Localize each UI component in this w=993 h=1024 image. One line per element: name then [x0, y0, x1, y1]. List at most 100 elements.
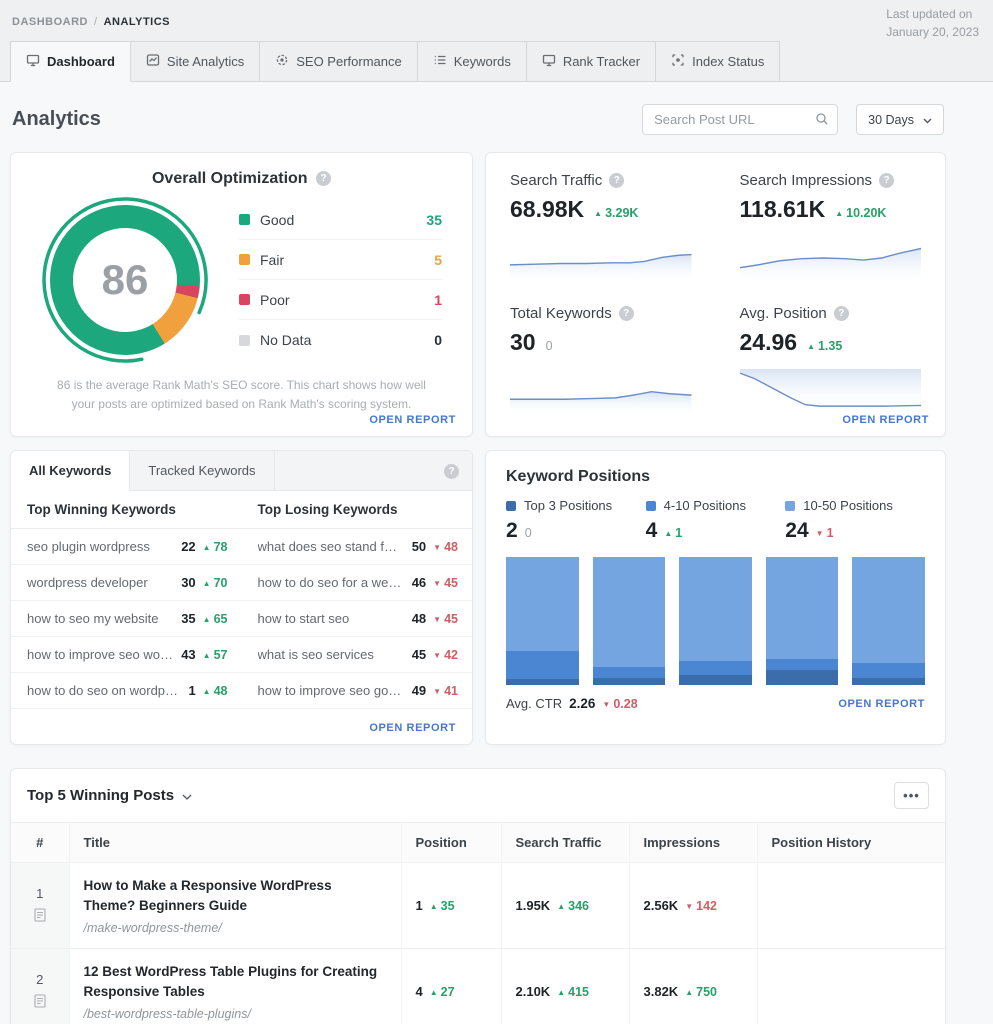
- post-title-link[interactable]: How to Make a Responsive WordPress Theme…: [84, 876, 387, 915]
- main-tabs: Dashboard Site Analytics SEO Performance…: [0, 41, 993, 82]
- legend-row-poor: Poor 1: [239, 280, 442, 320]
- trend-up-icon: 70: [203, 576, 228, 590]
- losing-keyword[interactable]: how to do seo for a website 46 45: [242, 565, 473, 600]
- col-header-history: Position History: [757, 823, 945, 863]
- help-icon[interactable]: ?: [609, 173, 625, 188]
- losing-keyword[interactable]: how to improve seo google 49 41: [242, 673, 473, 708]
- monitor-icon: [26, 53, 40, 70]
- card-title: Keyword Positions: [506, 468, 651, 485]
- tab-tracked-keywords[interactable]: Tracked Keywords: [130, 451, 275, 490]
- open-report-link[interactable]: OPEN REPORT: [842, 414, 929, 426]
- target-icon: [275, 53, 289, 70]
- keywords-row: wordpress developer 30 70 how to do seo …: [11, 565, 472, 601]
- help-icon[interactable]: ?: [444, 464, 459, 479]
- open-report-link[interactable]: OPEN REPORT: [838, 698, 925, 710]
- tab-index-status[interactable]: Index Status: [655, 41, 781, 82]
- table-row: 2 12 Best WordPress Table Plugins for Cr…: [11, 948, 945, 1024]
- winning-keyword[interactable]: how to seo my website 35 65: [11, 601, 242, 636]
- open-report-link[interactable]: OPEN REPORT: [369, 722, 456, 734]
- legend-4-10: 4-10 Positions 41: [645, 498, 786, 543]
- top-posts-table: # Title Position Search Traffic Impressi…: [11, 823, 945, 1024]
- document-icon[interactable]: [34, 908, 46, 925]
- keywords-card: All Keywords Tracked Keywords ? Top Winn…: [10, 450, 473, 745]
- trend-down-icon: 142: [685, 899, 717, 913]
- winning-keyword[interactable]: wordpress developer 30 70: [11, 565, 242, 600]
- more-options-button[interactable]: •••: [894, 782, 929, 809]
- top-posts-card: Top 5 Winning Posts ••• # Title Position…: [10, 768, 946, 1024]
- search-traffic-tile: Search Traffic? 68.98K 3.29K: [486, 153, 716, 286]
- trend-up-icon: 65: [203, 612, 228, 626]
- avg-position-sparkline: [739, 368, 921, 413]
- donut-legend: Good 35 Fair 5 Poor 1 No Data 0: [239, 200, 442, 360]
- trend-up-icon: 10.20K: [835, 206, 886, 220]
- tab-dashboard[interactable]: Dashboard: [10, 41, 131, 82]
- trend-up-icon: 57: [203, 648, 228, 662]
- trend-up-icon: 346: [557, 899, 589, 913]
- breadcrumb-root[interactable]: DASHBOARD: [12, 16, 88, 28]
- help-icon[interactable]: ?: [316, 171, 332, 186]
- trend-up-icon: 1: [664, 526, 682, 540]
- post-title-link[interactable]: 12 Best WordPress Table Plugins for Crea…: [84, 962, 387, 1001]
- tab-rank-tracker[interactable]: Rank Tracker: [525, 41, 657, 82]
- position-bar: [765, 557, 839, 685]
- trend-up-icon: 48: [203, 684, 228, 698]
- help-icon[interactable]: ?: [618, 305, 634, 321]
- keywords-row: seo plugin wordpress 22 78 what does seo…: [11, 529, 472, 565]
- keywords-row: how to do seo on wordpress 1 48 how to i…: [11, 673, 472, 709]
- optimization-donut-chart: 86: [41, 196, 209, 364]
- ordered-list-icon: [433, 53, 447, 70]
- card-title: Overall Optimization ?: [11, 170, 472, 188]
- search-icon: [815, 112, 829, 129]
- overall-optimization-card: Overall Optimization ? 86 Good 35 Fair 5…: [10, 152, 473, 437]
- keywords-row: how to seo my website 35 65 how to start…: [11, 601, 472, 637]
- keywords-row: how to improve seo wordp... 43 57 what i…: [11, 637, 472, 673]
- losing-keyword[interactable]: what does seo stand for in... 50 48: [242, 529, 473, 564]
- tab-site-analytics[interactable]: Site Analytics: [129, 41, 261, 82]
- col-header-num: #: [11, 823, 70, 863]
- legend-row-fair: Fair 5: [239, 240, 442, 280]
- legend-top3: Top 3 Positions 20: [506, 498, 613, 542]
- trend-down-icon: 41: [433, 684, 458, 698]
- col-header-position: Position: [401, 823, 502, 863]
- posts-title-dropdown[interactable]: Top 5 Winning Posts: [27, 787, 192, 804]
- legend-row-nodata: No Data 0: [239, 320, 442, 360]
- total-keywords-tile: Total Keywords? 30 0: [486, 286, 716, 419]
- document-icon[interactable]: [34, 994, 46, 1011]
- tab-all-keywords[interactable]: All Keywords: [11, 451, 131, 491]
- help-icon[interactable]: ?: [879, 173, 895, 188]
- seo-score: 86: [101, 256, 149, 303]
- open-report-link[interactable]: OPEN REPORT: [369, 414, 456, 426]
- post-url: /make-wordpress-theme/: [83, 921, 222, 936]
- breadcrumb: DASHBOARD / ANALYTICS: [12, 16, 170, 28]
- winning-keyword[interactable]: seo plugin wordpress 22 78: [11, 529, 242, 564]
- position-bar: [852, 557, 925, 685]
- trend-down-icon: 45: [433, 612, 458, 626]
- fair-swatch: [239, 254, 250, 265]
- legend-row-good: Good 35: [239, 200, 442, 240]
- chevron-down-icon: [182, 787, 192, 804]
- help-icon[interactable]: ?: [833, 305, 849, 321]
- trend-up-icon: 415: [557, 985, 589, 999]
- chevron-down-icon: [923, 113, 932, 127]
- trend-up-icon: 3.29K: [594, 206, 638, 220]
- date-range-select[interactable]: 30 Days: [856, 104, 944, 135]
- winning-keyword[interactable]: how to improve seo wordp... 43 57: [11, 637, 242, 672]
- trend-up-icon: 27: [430, 985, 455, 999]
- search-traffic-sparkline: [510, 236, 692, 280]
- tab-seo-performance[interactable]: SEO Performance: [259, 41, 418, 82]
- poor-swatch: [239, 294, 250, 305]
- page-header: DASHBOARD / ANALYTICS Last updated on Janu…: [0, 0, 993, 82]
- trend-flat-value: 0: [524, 526, 532, 540]
- trend-down-icon: 1: [816, 526, 834, 540]
- search-input[interactable]: [642, 104, 839, 135]
- positions-legend: Top 3 Positions 20 4-10 Positions 41 10-…: [486, 498, 945, 543]
- losing-keyword[interactable]: what is seo services 45 42: [242, 637, 473, 672]
- trend-up-icon: 1.35: [807, 339, 842, 353]
- trend-down-icon: 42: [433, 648, 458, 662]
- scan-icon: [671, 53, 685, 70]
- losing-keyword[interactable]: how to start seo 48 45: [242, 601, 473, 636]
- position-history-cell: [757, 862, 945, 950]
- winning-keyword[interactable]: how to do seo on wordpress 1 48: [11, 673, 242, 708]
- trend-up-icon: 750: [685, 985, 717, 999]
- tab-keywords[interactable]: Keywords: [416, 41, 527, 82]
